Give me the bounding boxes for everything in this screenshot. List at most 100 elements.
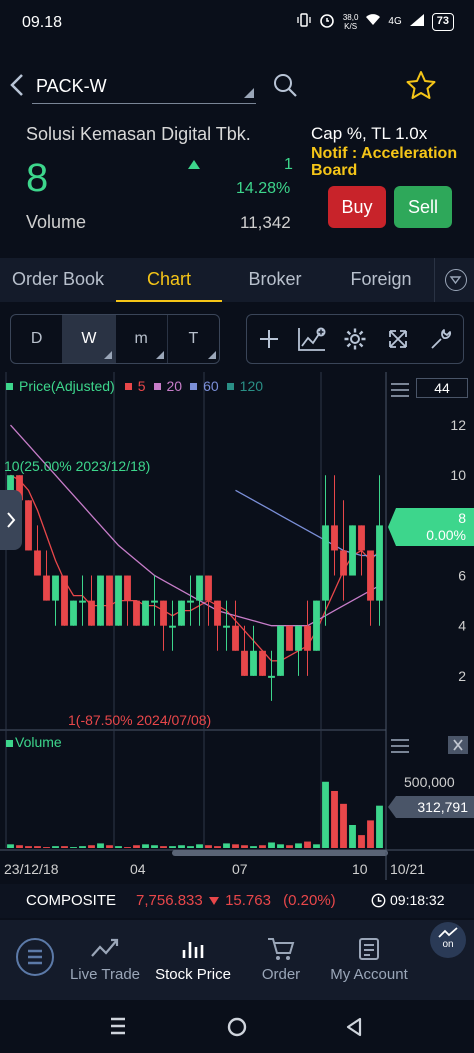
volume-bar: [196, 844, 203, 848]
y-tick-label: 10: [450, 467, 466, 483]
nav-order[interactable]: Order: [236, 936, 326, 983]
bar-chart-icon: [148, 936, 238, 966]
candle-body: [277, 625, 284, 676]
search-icon[interactable]: [272, 72, 298, 98]
legend-swatch: [226, 382, 234, 390]
candle-body: [376, 525, 383, 601]
price-tag: 8 0.00%: [388, 508, 474, 546]
signal-icon: [409, 14, 424, 29]
home-icon[interactable]: [226, 1016, 248, 1043]
volume-bar: [214, 846, 221, 848]
crosshair-icon[interactable]: [247, 315, 290, 363]
volume-bar: [169, 846, 176, 848]
on-label: on: [442, 939, 454, 950]
candle-body: [331, 525, 338, 551]
period-day-button[interactable]: D: [11, 315, 64, 363]
back-icon[interactable]: [8, 72, 28, 105]
chart-tools: [246, 314, 464, 364]
side-panel-handle[interactable]: [0, 490, 22, 550]
volume-legend: Volume: [6, 734, 62, 750]
tab-order-book[interactable]: Order Book: [0, 258, 116, 302]
volume-bar: [133, 845, 140, 848]
volume-bar: [70, 847, 77, 848]
volume-bar: [160, 846, 167, 848]
composite-time: 09:18:32: [390, 892, 445, 908]
volume-bar: [43, 847, 50, 848]
volume-legend-label: Volume: [15, 734, 62, 750]
volume-bar: [205, 845, 212, 848]
y-tick-label: 4: [458, 618, 466, 634]
candle-body: [160, 600, 167, 626]
nav-my-account[interactable]: My Account: [324, 936, 414, 983]
volume-bar: [178, 845, 185, 848]
volume-label: Volume: [26, 212, 87, 232]
hamburger-icon[interactable]: [390, 382, 410, 403]
candle-body: [124, 575, 131, 601]
hamburger-icon[interactable]: [390, 738, 410, 759]
volume-bar: [313, 844, 320, 848]
ma-20-label: 20: [166, 378, 183, 394]
period-month-button[interactable]: m: [116, 315, 168, 363]
tab-broker[interactable]: Broker: [222, 258, 328, 302]
ma-120-label: 120: [239, 378, 264, 394]
price-legend-label: Price(Adjusted): [19, 378, 115, 394]
x-tick-label: 07: [232, 861, 248, 877]
account-icon: [324, 936, 414, 966]
on-toggle-button[interactable]: on: [430, 922, 466, 958]
gear-icon[interactable]: [333, 315, 376, 363]
volume-value: 11,342: [240, 213, 291, 232]
volume-bar: [187, 846, 194, 848]
volume-bar: [268, 842, 275, 848]
tab-foreign[interactable]: Foreign: [328, 258, 434, 302]
candle-body: [268, 675, 275, 678]
candle-body: [295, 625, 302, 651]
period-week-button[interactable]: W: [63, 315, 116, 363]
candle-body: [322, 525, 329, 601]
fib-low-label: 1(-87.50% 2024/07/08): [68, 712, 212, 728]
candle-body: [142, 600, 149, 626]
legend-swatch: [153, 382, 161, 390]
status-bar: 09.18 38,0 K/S 4G 73: [0, 0, 474, 48]
x-tick-label: 10/21: [390, 861, 425, 877]
volume-bar: [97, 843, 104, 848]
tab-more-button[interactable]: [434, 258, 474, 302]
candle-body: [340, 550, 347, 576]
volume-bar: [259, 845, 266, 848]
menu-button[interactable]: [16, 938, 54, 976]
candle-body: [25, 500, 32, 551]
last-box[interactable]: 44: [416, 378, 468, 398]
star-icon[interactable]: [406, 70, 436, 100]
fullscreen-icon[interactable]: [377, 315, 420, 363]
battery-icon: 73: [431, 12, 454, 31]
volume-bar: [151, 845, 158, 848]
y-tick-label: 2: [458, 668, 466, 684]
candle-body: [358, 525, 365, 551]
sell-button[interactable]: Sell: [394, 186, 452, 228]
tab-chart[interactable]: Chart: [116, 258, 222, 302]
candle-body: [241, 650, 248, 676]
x-tick-label: 10: [352, 861, 368, 877]
buy-button[interactable]: Buy: [328, 186, 386, 228]
volume-bar: [142, 844, 149, 848]
alarm-icon: [319, 12, 335, 31]
candle-body: [286, 625, 293, 651]
ma-5-label: 5: [137, 378, 146, 394]
chart-up-icon: [60, 936, 150, 966]
wrench-icon[interactable]: [420, 315, 463, 363]
close-icon[interactable]: [448, 736, 468, 754]
candle-body: [106, 575, 113, 626]
nav-live-trade[interactable]: Live Trade: [60, 936, 150, 983]
back-nav-icon[interactable]: [344, 1016, 364, 1043]
volume-bar: [25, 846, 32, 848]
candle-body: [214, 600, 221, 626]
recent-apps-icon[interactable]: [108, 1016, 128, 1041]
nav-stock-price[interactable]: Stock Price: [148, 936, 238, 983]
volume-bar: [376, 805, 383, 848]
vibrate-icon: [297, 13, 311, 30]
volume-bar: [304, 841, 311, 848]
candle-body: [151, 600, 158, 603]
period-tick-button[interactable]: T: [168, 315, 219, 363]
composite-name: COMPOSITE: [26, 892, 117, 909]
dropdown-corner-icon: [244, 88, 254, 98]
add-indicator-icon[interactable]: [290, 315, 333, 363]
